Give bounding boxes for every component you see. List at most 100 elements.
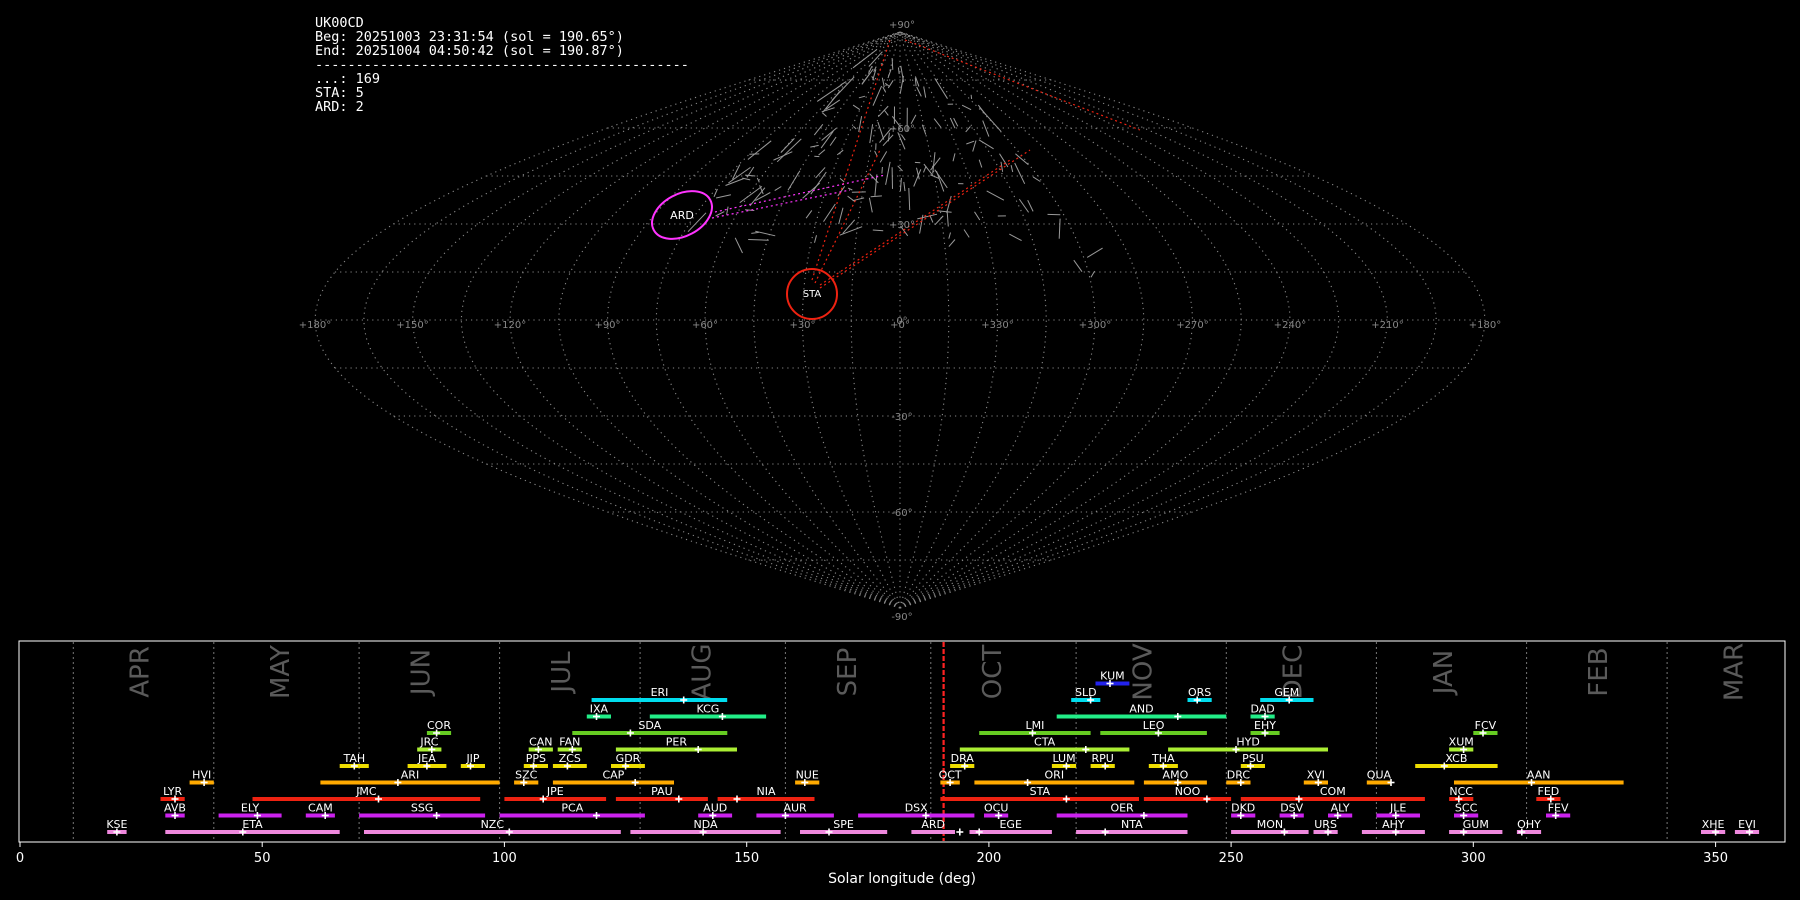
sporadic-trail bbox=[934, 78, 948, 99]
sporadic-trail bbox=[982, 120, 990, 137]
sta-radiant-label: STA bbox=[803, 289, 822, 300]
shower-label: PPS bbox=[526, 752, 546, 765]
lat-tick-label: -60° bbox=[891, 508, 912, 519]
sporadic-trail bbox=[829, 136, 837, 146]
shower-label: FAN bbox=[559, 736, 580, 749]
shower-label: HVI bbox=[192, 769, 211, 782]
shower-label: AND bbox=[1129, 703, 1153, 716]
sporadic-trail bbox=[963, 229, 970, 238]
sporadic-trail bbox=[872, 229, 884, 232]
month-label: JAN bbox=[1429, 650, 1459, 696]
shower-label: FEV bbox=[1548, 802, 1569, 815]
sporadic-trail bbox=[725, 178, 745, 186]
shower-label: MON bbox=[1257, 818, 1283, 831]
lon-tick-label: +270° bbox=[1176, 320, 1208, 331]
shower-label: SSG bbox=[411, 802, 434, 815]
sporadic-trail bbox=[986, 190, 1005, 201]
sporadic-trail bbox=[787, 170, 801, 191]
sporadic-trail bbox=[916, 86, 922, 97]
sta-trail bbox=[811, 39, 891, 281]
x-tick-label: 300 bbox=[1461, 851, 1486, 866]
x-tick-label: 200 bbox=[976, 851, 1001, 866]
shower-label: JLE bbox=[1389, 802, 1406, 815]
shower-label: LUM bbox=[1052, 752, 1075, 765]
sporadic-trail bbox=[839, 226, 863, 236]
sporadic-trail bbox=[870, 195, 882, 198]
sporadic-trail bbox=[853, 126, 857, 130]
month-label: APR bbox=[126, 646, 156, 698]
month-label: FEB bbox=[1584, 647, 1614, 696]
shower-label: KUM bbox=[1100, 670, 1124, 683]
x-tick-label: 150 bbox=[734, 851, 759, 866]
sporadic-trail bbox=[881, 77, 885, 88]
sporadic-trail bbox=[877, 121, 885, 140]
month-label: NOV bbox=[1128, 643, 1158, 700]
shower-label: NTA bbox=[1121, 818, 1143, 831]
sporadic-trail bbox=[965, 126, 971, 133]
shower-label: NOO bbox=[1175, 785, 1201, 798]
shower-label: JPE bbox=[546, 785, 564, 798]
shower-label: LMI bbox=[1025, 719, 1044, 732]
sporadic-trail bbox=[882, 86, 887, 93]
shower-label: OCT bbox=[939, 769, 962, 782]
x-tick-label: 100 bbox=[492, 851, 517, 866]
sporadic-trail bbox=[821, 127, 837, 141]
sporadic-trail bbox=[970, 94, 973, 99]
sporadic-trail bbox=[966, 140, 975, 145]
sporadic-trail bbox=[934, 215, 944, 226]
lat-tick-label: -30° bbox=[891, 412, 912, 423]
lon-tick-label: +120° bbox=[494, 320, 526, 331]
sporadic-trail bbox=[977, 104, 987, 116]
lat-tick-label: +60° bbox=[889, 124, 915, 135]
sporadic-trail bbox=[814, 235, 817, 243]
shower-label: ELY bbox=[241, 802, 260, 815]
sporadic-trail bbox=[891, 57, 894, 70]
sporadic-trail bbox=[818, 149, 826, 156]
shower-label: SLD bbox=[1075, 686, 1097, 699]
shower-bars: KUM ERI SLD ORS GEM IXA KCG AND DAD COR SDA LMI LEO E… bbox=[106, 670, 1760, 836]
shower-label: SZC bbox=[515, 769, 538, 782]
month-label: AUG bbox=[688, 644, 718, 701]
sporadic-trail bbox=[726, 206, 729, 215]
shower-label: DSV bbox=[1280, 802, 1303, 815]
shower-label: JMC bbox=[355, 785, 377, 798]
month-label: MAY bbox=[266, 645, 296, 699]
shower-label: PER bbox=[666, 736, 688, 749]
sporadic-trail bbox=[923, 86, 927, 98]
sky-map: +90°+60°+30°0°-30°-60°-90°+180° +150° +120… bbox=[299, 20, 1501, 623]
shower-label: ZCS bbox=[559, 752, 581, 765]
shower-label: ALY bbox=[1331, 802, 1350, 815]
sporadic-trail bbox=[1086, 247, 1103, 258]
shower-label: LYR bbox=[163, 785, 182, 798]
shower-label: KSE bbox=[106, 818, 127, 831]
shower-label: NDA bbox=[693, 818, 718, 831]
lon-tick-label: +330° bbox=[981, 320, 1013, 331]
shower-label: CTA bbox=[1034, 736, 1056, 749]
sporadic-trail bbox=[1000, 161, 1004, 172]
shower-timeline: APR MAY JUN JUL AUG SEP OCT NOV DEC JAN FEB MAR KUM… bbox=[16, 640, 1786, 887]
lon-tick-label: +300° bbox=[1079, 320, 1111, 331]
sporadic-trail bbox=[974, 211, 981, 221]
shower-label: XVI bbox=[1307, 769, 1325, 782]
sporadic-trail bbox=[897, 67, 900, 75]
shower-label: XUM bbox=[1449, 736, 1474, 749]
lon-tick-label: +60° bbox=[692, 320, 718, 331]
sporadic-trail bbox=[713, 188, 718, 197]
shower-label: PAU bbox=[651, 785, 673, 798]
shower-label: GDR bbox=[616, 752, 641, 765]
month-label: JUN bbox=[407, 649, 437, 697]
sporadic-trail bbox=[900, 65, 905, 83]
sporadic-trail bbox=[847, 187, 853, 191]
shower-label: AHY bbox=[1382, 818, 1405, 831]
sporadic-trail bbox=[910, 114, 917, 124]
shower-label: NZC bbox=[481, 818, 505, 831]
shower-label: THA bbox=[1151, 752, 1175, 765]
sporadic-trail bbox=[774, 186, 782, 192]
shower-label: AMO bbox=[1163, 769, 1189, 782]
shower-label: COM bbox=[1320, 785, 1346, 798]
sporadic-trail bbox=[877, 105, 889, 118]
shower-label: FED bbox=[1538, 785, 1560, 798]
sporadic-trail bbox=[715, 194, 732, 199]
shower-label: ORI bbox=[1045, 769, 1065, 782]
sporadic-trail bbox=[748, 239, 769, 241]
